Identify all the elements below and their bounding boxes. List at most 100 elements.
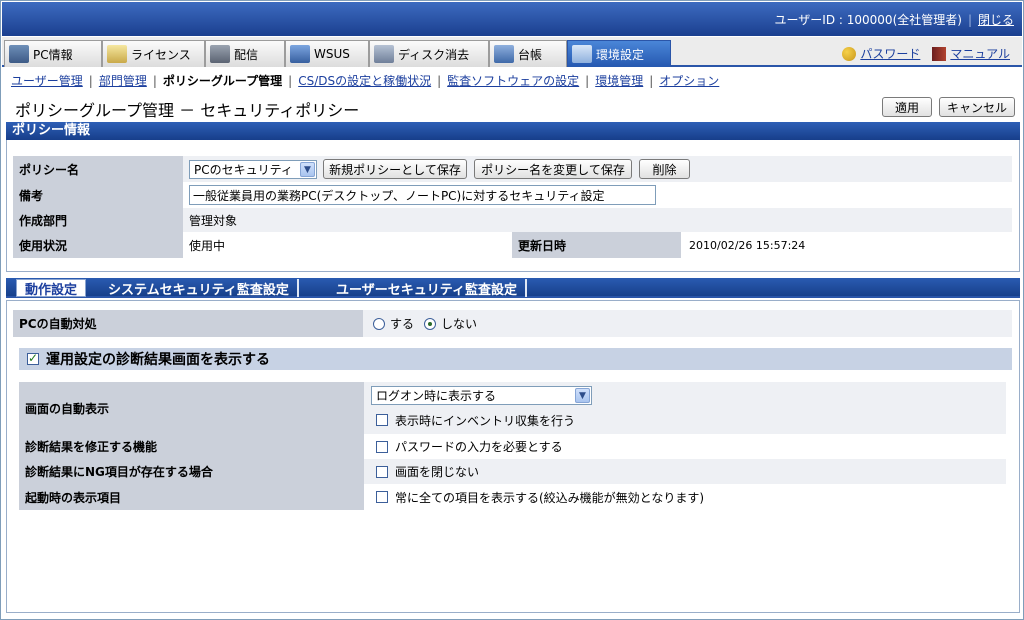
keep-screen-open-label: 画面を閉じない	[395, 465, 480, 479]
fix-function-row: 診断結果を修正する機能 パスワードの入力を必要とする	[19, 434, 1006, 459]
ng-items-row: 診断結果にNG項目が存在する場合 画面を閉じない	[19, 459, 1006, 484]
pc-info-icon	[9, 45, 29, 63]
status-label: 使用状況	[13, 232, 183, 258]
policy-name-value: PCのセキュリティ	[194, 163, 293, 177]
updated-value: 2010/02/26 15:57:24	[689, 238, 806, 252]
main-tab-bar: PC情報 ライセンス 配信 WSUS ディスク消去 台帳 環境設定 パスワード	[2, 37, 1022, 67]
save-as-new-button[interactable]: 新規ポリシーとして保存	[323, 159, 467, 179]
apply-button[interactable]: 適用	[882, 97, 932, 117]
tab-user-security-audit[interactable]: ユーザーセキュリティ監査設定	[328, 279, 527, 298]
updated-label: 更新日時	[512, 232, 681, 258]
tab-label: PC情報	[33, 47, 73, 62]
fix-function-label: 診断結果を修正する機能	[19, 434, 364, 459]
auto-action-yes-radio[interactable]	[373, 317, 385, 330]
manual-book-icon	[932, 46, 947, 61]
inventory-option: 表示時にインベントリ収集を行う	[376, 410, 575, 430]
subnav-dept-mgmt[interactable]: 部門管理	[99, 74, 147, 88]
auto-action-label: PCの自動対処	[13, 310, 363, 337]
dept-value: 管理対象	[189, 213, 238, 228]
manual-link[interactable]: マニュアル	[950, 45, 1010, 62]
chevron-down-icon: ▼	[575, 388, 590, 403]
remarks-label: 備考	[13, 182, 183, 208]
subnav-audit-sw[interactable]: 監査ソフトウェアの設定	[447, 74, 579, 88]
rename-save-button[interactable]: ポリシー名を変更して保存	[474, 159, 632, 179]
tab-ledger[interactable]: 台帳	[489, 40, 567, 67]
password-required-label: パスワードの入力を必要とする	[395, 440, 563, 454]
tab-label: ディスク消去	[398, 47, 470, 62]
tab-disk-erase[interactable]: ディスク消去	[369, 40, 489, 67]
auto-action-yes-label: する	[390, 317, 415, 331]
dept-label: 作成部門	[13, 208, 183, 232]
subnav-user-mgmt[interactable]: ユーザー管理	[11, 74, 83, 88]
remarks-input[interactable]: 一般従業員用の業務PC(デスクトップ、ノートPC)に対するセキュリティ設定	[189, 185, 656, 205]
sub-navigation: ユーザー管理 | 部門管理 | ポリシーグループ管理 | CS/DSの設定と稼働状況 | 監査ソ…	[11, 74, 720, 88]
diagnosis-section-header: 運用設定の診断結果画面を表示する	[19, 348, 1012, 370]
policy-info-header: ポリシー情報	[6, 122, 1020, 140]
auto-display-label: 画面の自動表示	[19, 382, 364, 434]
tab-system-security-audit[interactable]: システムセキュリティ監査設定	[100, 279, 299, 298]
top-links: パスワード マニュアル	[830, 45, 1010, 62]
subnav-csds[interactable]: CS/DSの設定と稼働状況	[298, 74, 431, 88]
startup-items-row: 起動時の表示項目 常に全ての項目を表示する(絞込み機能が無効となります)	[19, 484, 1006, 510]
tab-label: 台帳	[518, 47, 543, 62]
diagnosis-display-checkbox[interactable]	[27, 351, 39, 365]
license-icon	[107, 45, 127, 63]
close-link[interactable]: 閉じる	[978, 13, 1014, 27]
subnav-options[interactable]: オプション	[659, 74, 719, 88]
tab-pc-info[interactable]: PC情報	[4, 40, 102, 67]
distribution-icon	[210, 45, 230, 63]
keep-screen-open-checkbox[interactable]	[376, 465, 388, 478]
tab-label: WSUS	[314, 47, 350, 61]
tab-operation-settings[interactable]: 動作設定	[16, 279, 87, 298]
settings-tab-strip: 動作設定 システムセキュリティ監査設定 ユーザーセキュリティ監査設定	[6, 278, 1020, 298]
status-value: 使用中	[189, 238, 226, 253]
inventory-label: 表示時にインベントリ収集を行う	[395, 413, 576, 428]
wsus-icon	[290, 45, 310, 63]
tab-wsus[interactable]: WSUS	[285, 40, 369, 67]
remarks-row: 備考 一般従業員用の業務PC(デスクトップ、ノートPC)に対するセキュリティ設定	[13, 182, 1012, 208]
auto-display-select[interactable]: ログオン時に表示する ▼	[371, 386, 592, 405]
user-info: ユーザーID : 100000(全社管理者) | 閉じる	[774, 13, 1014, 27]
auto-action-no-radio[interactable]	[424, 317, 437, 330]
startup-items-option: 常に全ての項目を表示する(絞込み機能が無効となります)	[376, 484, 704, 510]
disk-erase-icon	[374, 45, 394, 63]
policy-name-select[interactable]: PCのセキュリティ ▼	[189, 160, 317, 179]
cancel-button[interactable]: キャンセル	[939, 97, 1015, 117]
chevron-down-icon: ▼	[300, 162, 315, 177]
key-icon	[842, 46, 857, 61]
auto-display-row: 画面の自動表示 ログオン時に表示する ▼ 表示時にインベントリ収集を行う	[19, 382, 1006, 434]
policy-name-row: ポリシー名 PCのセキュリティ ▼ 新規ポリシーとして保存 ポリシー名を変更して…	[13, 156, 1012, 182]
ledger-icon	[494, 45, 514, 63]
tab-label: 配信	[234, 47, 259, 62]
status-row: 使用状況 使用中 更新日時 2010/02/26 15:57:24	[13, 232, 1012, 258]
password-required-checkbox[interactable]	[376, 440, 388, 453]
ng-items-label: 診断結果にNG項目が存在する場合	[19, 459, 364, 484]
user-id-label: ユーザーID : 100000(全社管理者)	[774, 13, 962, 27]
page-title: ポリシーグループ管理 － セキュリティポリシー	[15, 101, 360, 120]
show-all-items-checkbox[interactable]	[376, 491, 388, 503]
app-window: ユーザーID : 100000(全社管理者) | 閉じる PC情報 ライセンス 配信…	[0, 0, 1024, 620]
subnav-policy-group: ポリシーグループ管理	[162, 74, 283, 88]
subnav-env-mgmt[interactable]: 環境管理	[595, 74, 643, 88]
policy-name-label: ポリシー名	[13, 156, 183, 182]
dept-row: 作成部門 管理対象	[13, 208, 1012, 232]
auto-display-value: ログオン時に表示する	[376, 389, 497, 403]
auto-action-options: する しない	[373, 310, 477, 337]
tab-distribution[interactable]: 配信	[205, 40, 285, 67]
delete-button[interactable]: 削除	[639, 159, 690, 179]
inventory-checkbox[interactable]	[376, 414, 388, 426]
diagnosis-section-label: 運用設定の診断結果画面を表示する	[46, 352, 270, 368]
tab-license[interactable]: ライセンス	[102, 40, 205, 67]
show-all-items-label: 常に全ての項目を表示する(絞込み機能が無効となります)	[395, 490, 705, 505]
password-link[interactable]: パスワード	[860, 45, 920, 62]
ng-items-option: 画面を閉じない	[376, 459, 479, 484]
fix-function-option: パスワードの入力を必要とする	[376, 434, 563, 459]
tab-label: 環境設定	[596, 47, 645, 62]
auto-action-no-label: しない	[441, 317, 478, 331]
tab-settings[interactable]: 環境設定	[567, 40, 671, 67]
tab-label: ライセンス	[131, 47, 191, 62]
auto-action-row: PCの自動対処 する しない	[13, 310, 1012, 337]
startup-items-label: 起動時の表示項目	[19, 484, 364, 510]
header-bar: ユーザーID : 100000(全社管理者) | 閉じる	[2, 2, 1022, 36]
settings-tools-icon	[572, 45, 592, 63]
